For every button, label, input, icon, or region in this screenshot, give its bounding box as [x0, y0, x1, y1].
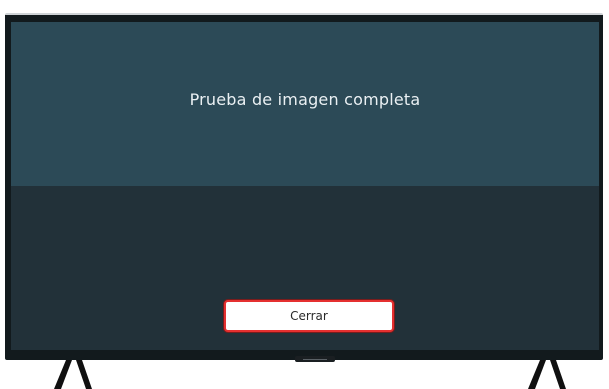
tv-stand-left	[54, 360, 92, 389]
brand-logo	[295, 356, 335, 362]
close-button[interactable]: Cerrar	[224, 300, 394, 332]
picture-test-panel: Prueba de imagen completa	[11, 22, 599, 186]
dialog-title: Prueba de imagen completa	[189, 90, 421, 109]
tv-screen: Prueba de imagen completa Cerrar	[11, 22, 599, 350]
tv-stand-right	[528, 360, 566, 389]
tv-illustration: Prueba de imagen completa Cerrar	[0, 0, 609, 389]
